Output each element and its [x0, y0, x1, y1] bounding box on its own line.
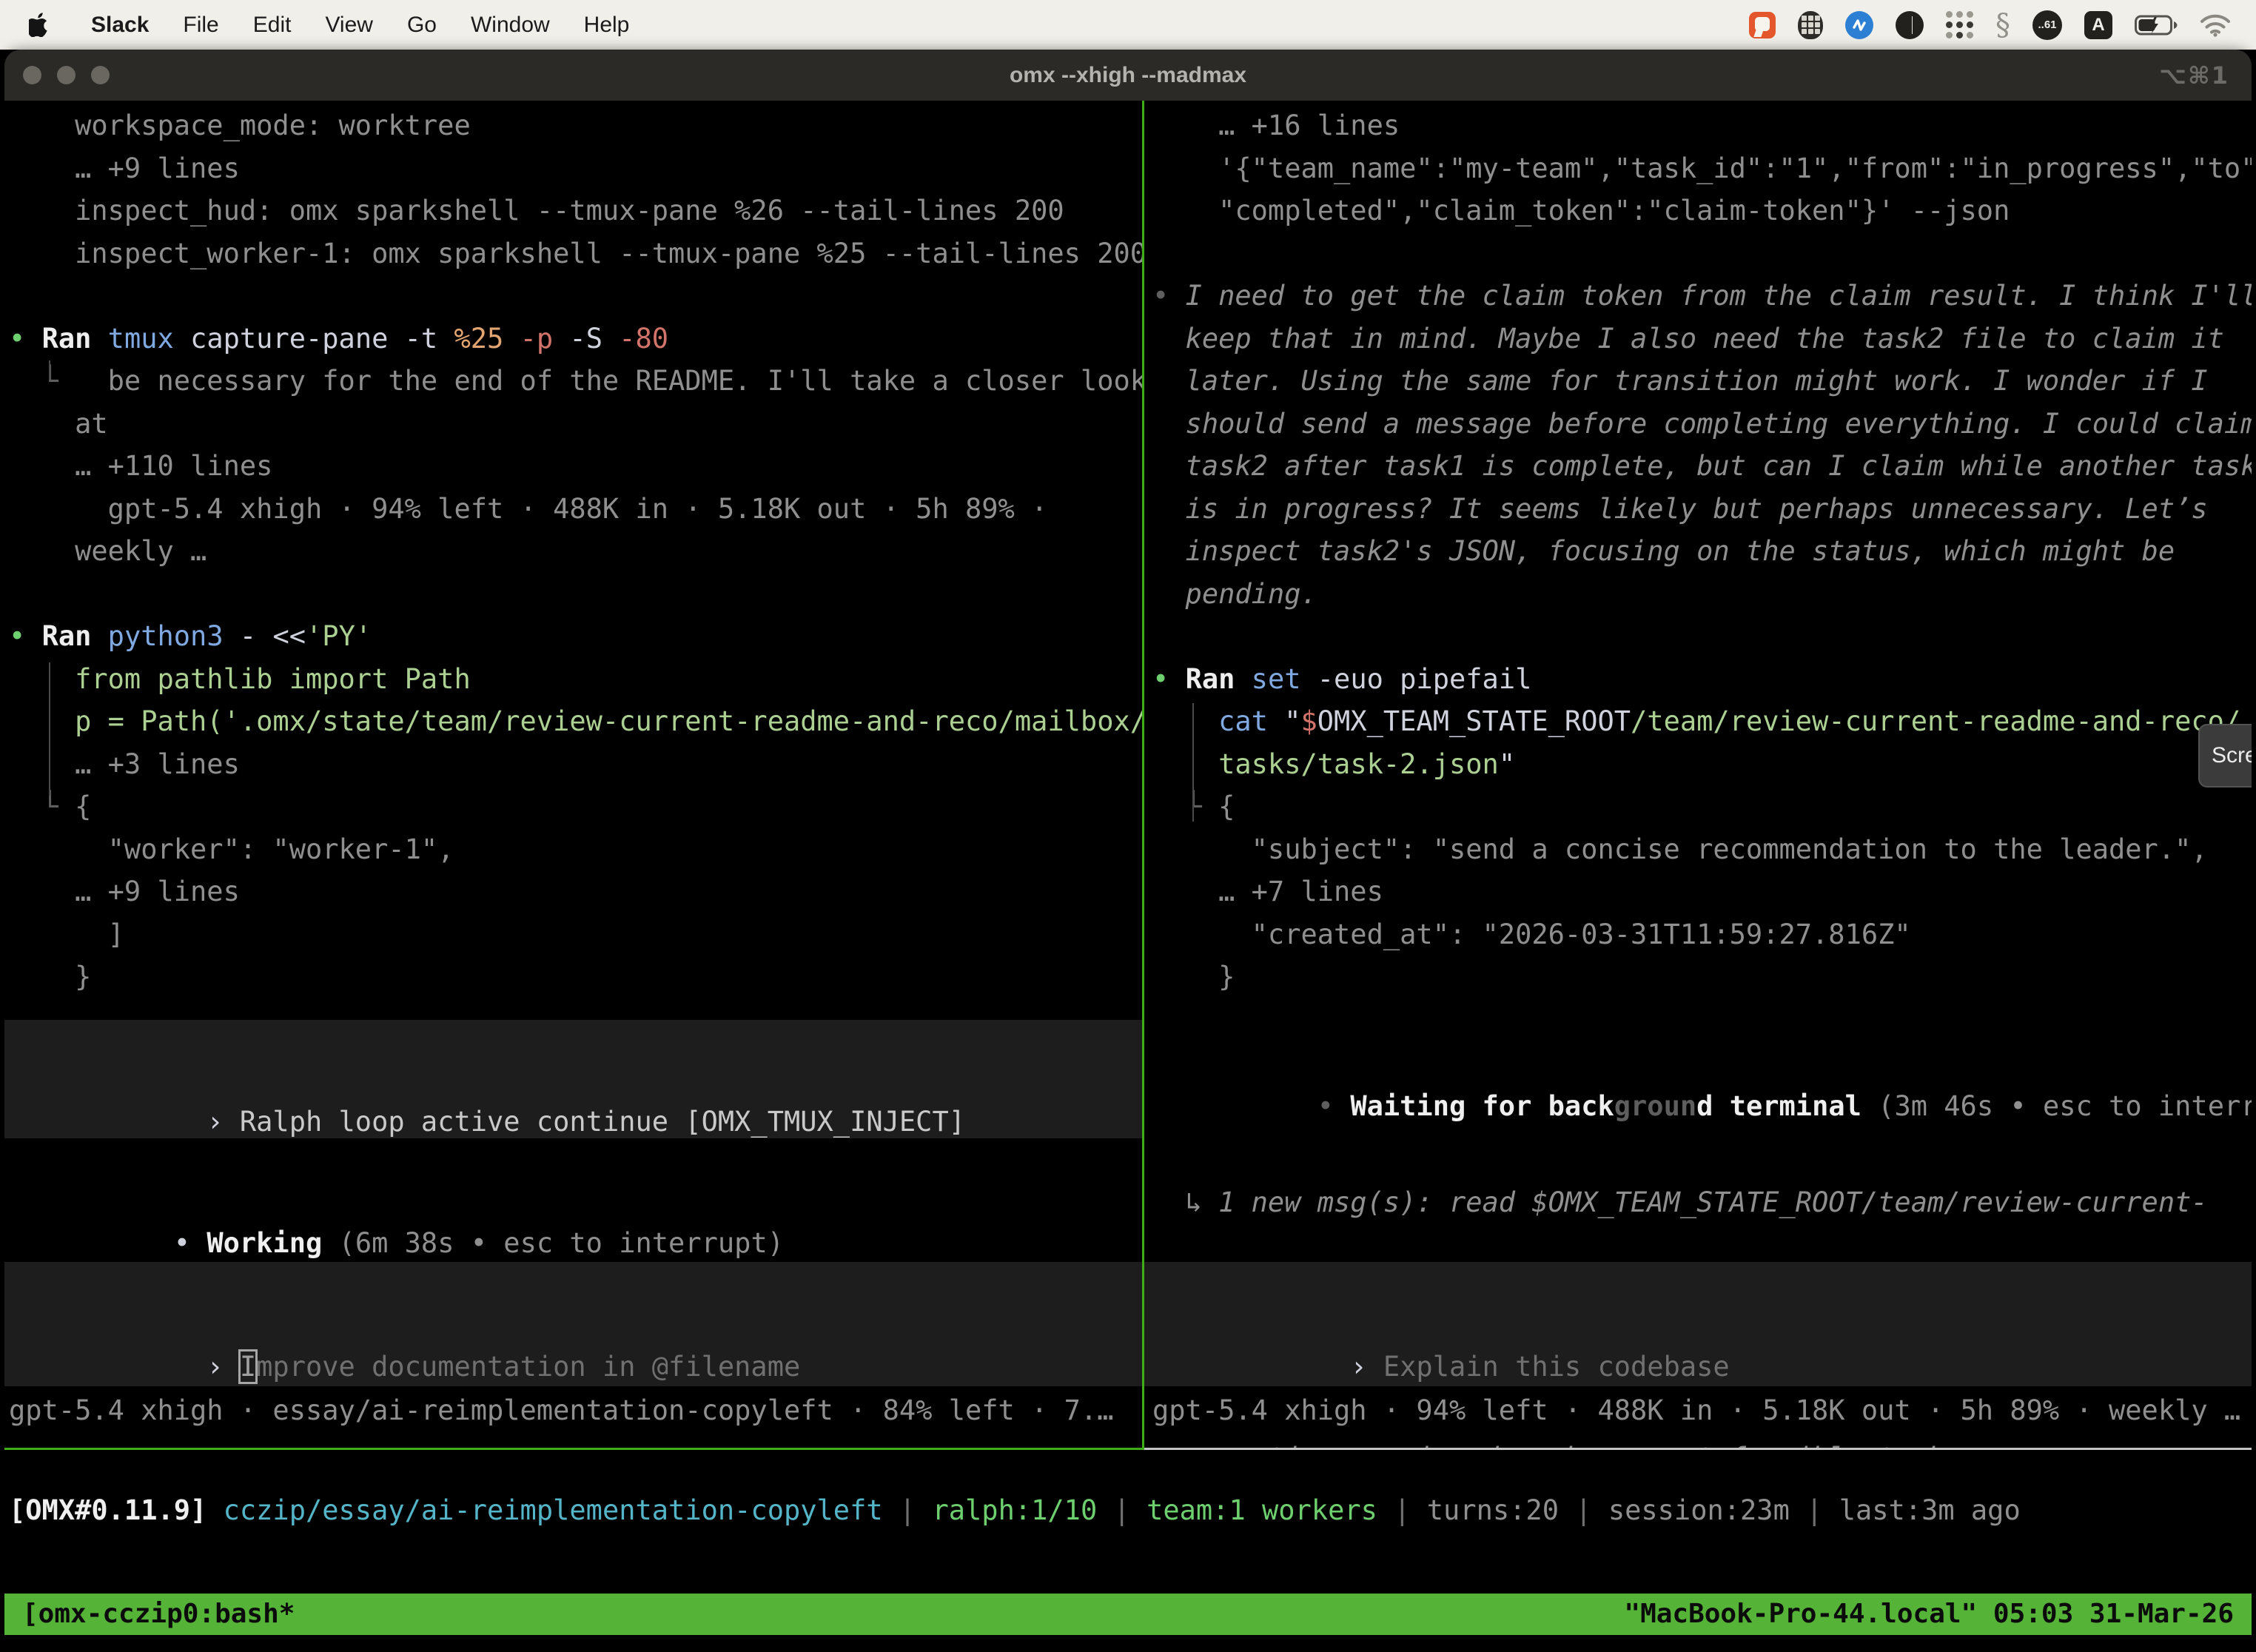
ralph-loop-text: Ralph loop active continue [OMX_TMUX_INJ… — [240, 1106, 965, 1138]
window-titlebar[interactable]: omx --xhigh --madmax ⌥⌘1 — [4, 50, 2252, 101]
bullet-icon: • — [174, 1227, 207, 1259]
menu-item-file[interactable]: File — [166, 13, 235, 38]
leader-prompt-box[interactable]: › Improve documentation in @filename — [4, 1262, 1142, 1386]
leader-scrollback: workspace_mode: worktree … +9 lines insp… — [9, 104, 1142, 998]
pane-worker[interactable]: … +16 lines '{"team_name":"my-team","tas… — [1144, 101, 2252, 1448]
wifi-icon[interactable] — [2200, 13, 2231, 37]
screen-recording-icon[interactable] — [1749, 12, 1776, 38]
menu-item-window[interactable]: Window — [454, 13, 567, 38]
menu-item-help[interactable]: Help — [567, 13, 647, 38]
menu-item-slack[interactable]: Slack — [74, 13, 166, 38]
dots-grid-icon[interactable] — [1946, 11, 1973, 38]
apple-icon — [29, 13, 49, 37]
tmux-session-window-label[interactable]: [omx-cczip0:bash* — [22, 1593, 295, 1636]
menu-bar-status-icons: § ..61 A — [1749, 10, 2256, 40]
terminal-window: omx --xhigh --madmax ⌥⌘1 workspace_mode:… — [4, 50, 2252, 1652]
pie-chart-icon[interactable] — [1896, 11, 1924, 39]
tmux-status-bar: [omx-cczip0:bash* "MacBook-Pro-44.local"… — [4, 1594, 2252, 1635]
prompt-chevron-icon: › — [207, 1351, 240, 1383]
terminal-content: workspace_mode: worktree … +9 lines insp… — [4, 101, 2252, 1652]
keyboard-input-icon[interactable]: A — [2084, 11, 2112, 39]
screen-tooltip: Scre — [2198, 724, 2252, 788]
output-connector-line — [1192, 703, 1194, 822]
window-title: omx --xhigh --madmax — [4, 63, 2252, 88]
output-connector-line — [49, 662, 50, 796]
percent-badge-icon[interactable]: ..61 — [2032, 10, 2062, 40]
section-hook-icon[interactable]: § — [1995, 10, 2010, 40]
blue-app-icon[interactable] — [1845, 11, 1873, 39]
prompt-placeholder: Explain this codebase — [1383, 1351, 1730, 1383]
pane-leader[interactable]: workspace_mode: worktree … +9 lines insp… — [4, 101, 1142, 1448]
menu-item-go[interactable]: Go — [390, 13, 454, 38]
menu-bar-left: Slack File Edit View Go Window Help — [0, 13, 646, 38]
tmux-host-clock-label: "MacBook-Pro-44.local" 05:03 31-Mar-26 — [1624, 1593, 2234, 1636]
leader-prompt-input[interactable]: › Improve documentation in @filename — [4, 1303, 800, 1346]
desktop: Slack File Edit View Go Window Help § ..… — [0, 0, 2256, 1652]
menu-bar: Slack File Edit View Go Window Help § ..… — [0, 0, 2256, 50]
chevron-icon: › — [207, 1106, 240, 1138]
prompt-placeholder: mprove documentation in @filename — [256, 1351, 800, 1383]
battery-icon[interactable] — [2135, 14, 2178, 36]
text-cursor: I — [240, 1351, 256, 1383]
worker-prompt-box[interactable]: › Explain this codebase — [1144, 1262, 2252, 1386]
pane-border-inactive — [1144, 1448, 2252, 1450]
omx-session-status-bar: [OMX#0.11.9] cczip/essay/ai-reimplementa… — [9, 1489, 2021, 1532]
prompt-chevron-icon: › — [1350, 1351, 1383, 1383]
apple-menu[interactable] — [24, 13, 53, 37]
shield-grid-icon[interactable] — [1798, 11, 1823, 39]
worker-scrollback: … +16 lines '{"team_name":"my-team","tas… — [1152, 104, 2252, 998]
output-connector-line — [49, 360, 50, 380]
worker-prompt-input[interactable]: › Explain this codebase — [1144, 1303, 1730, 1346]
pane-border-active — [4, 1448, 1144, 1450]
worker-model-status-line: gpt-5.4 xhigh · 94% left · 488K in · 5.1… — [1152, 1389, 2240, 1432]
menu-item-view[interactable]: View — [308, 13, 389, 38]
window-shortcut-badge: ⌥⌘1 — [2159, 61, 2229, 90]
pane-divider[interactable] — [1142, 101, 1144, 1448]
ralph-loop-banner: › Ralph loop active continue [OMX_TMUX_I… — [4, 1020, 1142, 1138]
leader-model-status-line: gpt-5.4 xhigh · essay/ai-reimplementatio… — [9, 1389, 1113, 1432]
menu-item-edit[interactable]: Edit — [236, 13, 309, 38]
